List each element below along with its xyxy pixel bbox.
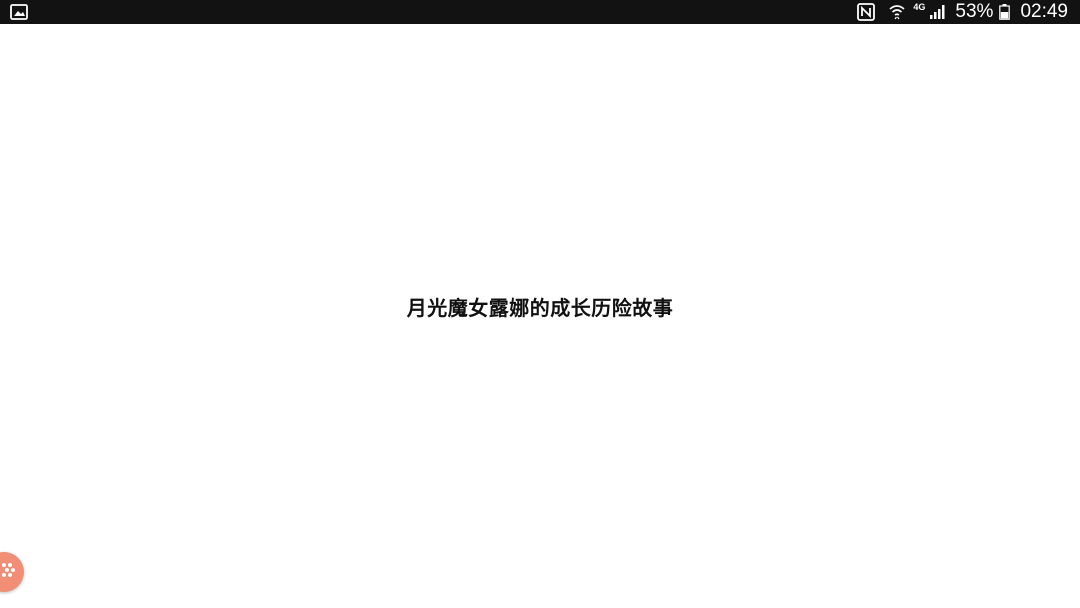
signal-icon	[929, 4, 947, 20]
clock-time: 02:49	[1020, 1, 1068, 22]
main-content: 月光魔女露娜的成长历险故事	[0, 24, 1080, 608]
status-bar-left	[10, 0, 28, 24]
wifi-icon	[889, 4, 905, 20]
battery-percent: 53%	[955, 1, 994, 22]
story-title: 月光魔女露娜的成长历险故事	[406, 296, 674, 320]
battery-icon	[999, 4, 1011, 20]
network-type-label: 4G	[913, 2, 926, 12]
nfc-icon	[857, 3, 876, 21]
status-bar: 4G 53% 02:49	[0, 0, 1080, 24]
status-bar-right: 4G 53% 02:49	[847, 0, 1068, 24]
dots-menu-icon	[0, 561, 24, 583]
gallery-icon	[10, 4, 28, 20]
